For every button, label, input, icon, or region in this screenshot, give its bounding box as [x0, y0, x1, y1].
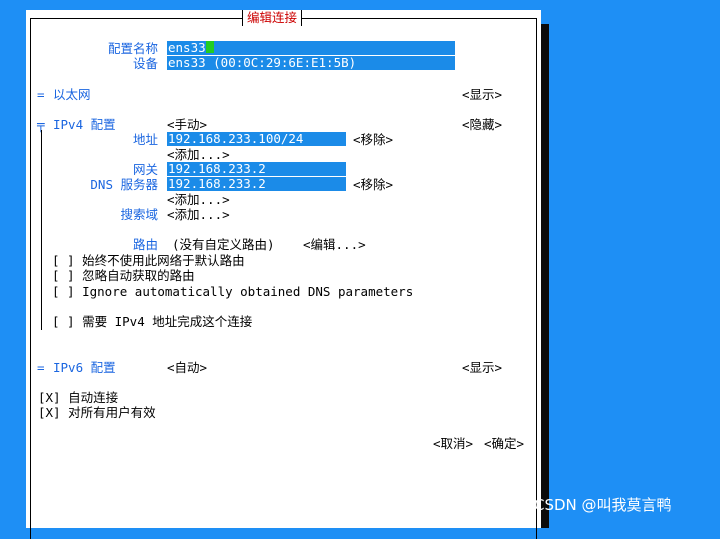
- ok-button[interactable]: <确定>: [484, 436, 524, 451]
- device-field[interactable]: ens33 (00:0C:29:6E:E1:5B): [167, 56, 455, 70]
- ipv6-toggle-icon[interactable]: =: [37, 360, 45, 375]
- checkbox-mark: [ ]: [52, 314, 75, 329]
- ipv6-section-label: IPv6 配置: [53, 360, 116, 375]
- checkbox-label: 需要 IPv4 地址完成这个连接: [82, 314, 253, 329]
- checkbox-mark: [ ]: [52, 268, 75, 283]
- dns-label: DNS 服务器: [90, 177, 158, 192]
- checkbox-label: 自动连接: [68, 390, 119, 405]
- routing-label: 路由: [132, 237, 158, 252]
- address-remove-button[interactable]: <移除>: [353, 132, 393, 147]
- require-ipv4-checkbox[interactable]: [ ] 需要 IPv4 地址完成这个连接: [52, 314, 252, 329]
- dialog-title: 编辑连接: [242, 10, 303, 26]
- ipv4-section-label: IPv4 配置: [53, 117, 116, 132]
- checkbox-label: 忽略自动获取的路由: [82, 268, 195, 283]
- never-default-route-checkbox[interactable]: [ ] 始终不使用此网络于默认路由: [52, 253, 245, 268]
- all-users-checkbox[interactable]: [X] 对所有用户有效: [38, 405, 156, 420]
- dns-field[interactable]: 192.168.233.2: [167, 177, 346, 191]
- checkbox-label: 始终不使用此网络于默认路由: [82, 253, 245, 268]
- routing-value: (没有自定义路由): [172, 237, 275, 252]
- address-value: 192.168.233.100/24: [168, 131, 304, 146]
- address-label: 地址: [132, 132, 158, 147]
- search-domains-add-button[interactable]: <添加...>: [167, 207, 230, 222]
- checkbox-mark: [X]: [38, 405, 61, 420]
- device-value: ens33 (00:0C:29:6E:E1:5B): [168, 55, 357, 70]
- checkbox-mark: [ ]: [52, 253, 75, 268]
- device-label: 设备: [132, 56, 158, 71]
- dialog-shadow: [541, 24, 549, 528]
- ipv4-mode-select[interactable]: <手动>: [167, 117, 207, 132]
- gateway-field[interactable]: 192.168.233.2: [167, 162, 346, 176]
- ipv4-hide-button[interactable]: <隐藏>: [462, 117, 502, 132]
- gateway-value: 192.168.233.2: [168, 161, 266, 176]
- ethernet-toggle-icon[interactable]: =: [37, 87, 45, 102]
- routing-edit-button[interactable]: <编辑...>: [303, 237, 366, 252]
- address-field[interactable]: 192.168.233.100/24: [167, 132, 346, 146]
- dns-add-button[interactable]: <添加...>: [167, 192, 230, 207]
- profile-name-label: 配置名称: [107, 41, 158, 56]
- edit-connection-dialog: 编辑连接 配置名称 ens33 设备 ens33 (00:0C:29:6E:E1…: [26, 10, 541, 539]
- auto-connect-checkbox[interactable]: [X] 自动连接: [38, 390, 118, 405]
- checkbox-label: Ignore automatically obtained DNS parame…: [82, 284, 414, 299]
- checkbox-label: 对所有用户有效: [68, 405, 156, 420]
- gateway-label: 网关: [132, 162, 158, 177]
- search-domains-label: 搜索域: [120, 207, 158, 222]
- ethernet-section-label: 以太网: [53, 87, 91, 102]
- checkbox-mark: [ ]: [52, 284, 75, 299]
- dns-remove-button[interactable]: <移除>: [353, 177, 393, 192]
- ignore-auto-routes-checkbox[interactable]: [ ] 忽略自动获取的路由: [52, 268, 195, 283]
- watermark: CSDN @叫我莫言鸭: [534, 496, 672, 514]
- cancel-button[interactable]: <取消>: [433, 436, 473, 451]
- ipv6-mode-select[interactable]: <自动>: [167, 360, 207, 375]
- address-add-button[interactable]: <添加...>: [167, 147, 230, 162]
- dns-value: 192.168.233.2: [168, 176, 266, 191]
- ipv6-show-button[interactable]: <显示>: [462, 360, 502, 375]
- text-cursor: [205, 41, 214, 53]
- ethernet-show-button[interactable]: <显示>: [462, 87, 502, 102]
- ignore-auto-dns-checkbox[interactable]: [ ] Ignore automatically obtained DNS pa…: [52, 284, 413, 299]
- checkbox-mark: [X]: [38, 390, 61, 405]
- profile-name-field[interactable]: ens33: [167, 41, 455, 55]
- profile-name-value: ens33: [168, 40, 206, 55]
- ipv4-section-line: [41, 130, 42, 330]
